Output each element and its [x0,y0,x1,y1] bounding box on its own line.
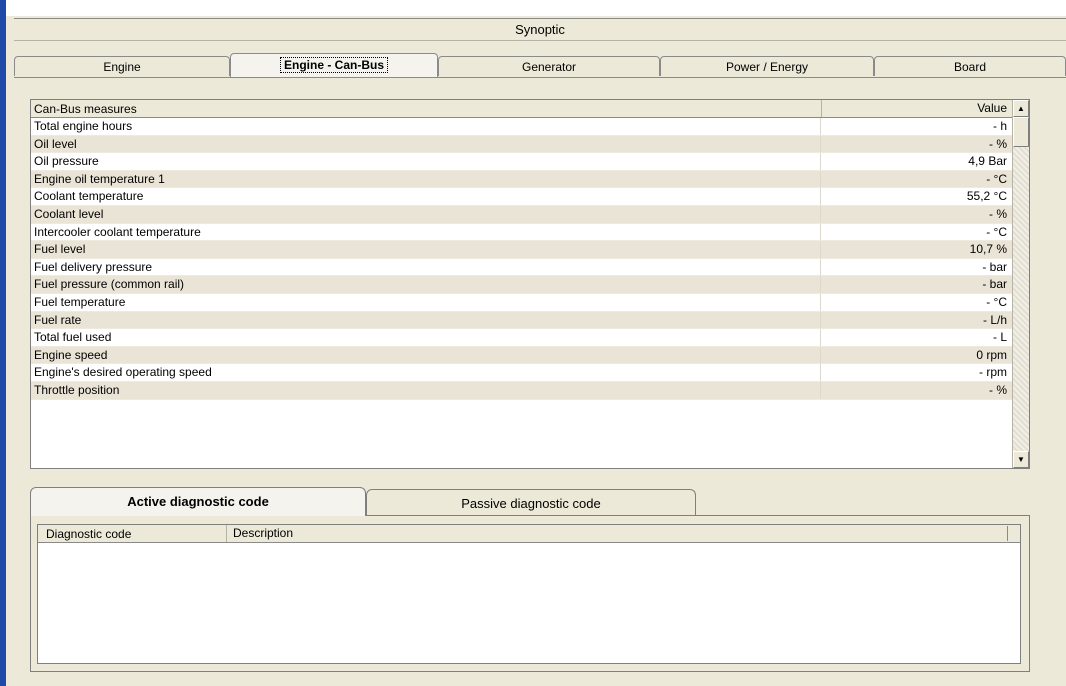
measure-value: - L/h [982,312,1007,327]
column-divider [820,118,821,135]
column-divider [820,170,821,188]
measure-name: Intercooler coolant temperature [34,224,201,239]
column-divider [820,293,821,311]
tab-engine[interactable]: Engine [14,56,230,76]
column-divider [820,276,821,293]
measure-name: Total engine hours [34,119,133,133]
table-row[interactable]: Fuel level 10,7 % [31,241,1013,259]
measure-name: Oil pressure [34,154,99,169]
table-row[interactable]: Engine speed 0 rpm [31,346,1013,365]
diagnostic-tab-bar: Active diagnostic code Passive diagnosti… [30,487,1030,516]
column-divider [820,205,821,223]
table-row[interactable]: Oil pressure 4,9 Bar [31,153,1013,171]
table-row[interactable]: Total engine hours - h [31,118,1013,136]
tab-power-energy[interactable]: Power / Energy [660,56,874,76]
tab-passive-diagnostic-code[interactable]: Passive diagnostic code [366,489,696,516]
measure-value: - % [989,136,1007,151]
column-divider [820,329,821,346]
column-divider [820,258,821,276]
column-divider [820,188,821,205]
diagnostic-panel: Diagnostic code Description [30,515,1030,672]
measure-name: Throttle position [34,382,120,397]
measure-name: Engine speed [34,347,108,362]
column-divider [820,381,821,399]
tab-active-diagnostic-code[interactable]: Active diagnostic code [30,487,366,516]
measure-value: - bar [982,259,1007,274]
column-divider [820,311,821,329]
table-row[interactable]: Fuel rate - L/h [31,311,1013,330]
column-header-description[interactable]: Description [226,525,293,542]
table-row[interactable]: Total fuel used - L [31,329,1013,347]
measure-value: - h [992,119,1007,133]
table-row[interactable]: Throttle position - % [31,381,1013,400]
measure-name: Fuel pressure (common rail) [34,277,185,292]
measure-value: - °C [986,224,1007,239]
column-header-measure[interactable]: Can-Bus measures [34,102,137,116]
table-row[interactable]: Fuel pressure (common rail) - bar [31,276,1013,294]
table-row[interactable]: Fuel delivery pressure - bar [31,258,1013,277]
measure-value: - bar [982,277,1007,292]
measure-rows: Total engine hours - h Oil level - % Oil pre… [31,118,1013,400]
measure-value: 55,2 °C [966,189,1007,204]
measure-value: - °C [986,171,1007,186]
measure-name: Coolant temperature [34,189,144,204]
column-divider [820,241,821,258]
table-row[interactable]: Intercooler coolant temperature - °C [31,223,1013,242]
diagnostic-code-list[interactable]: Diagnostic code Description [37,524,1021,664]
tab-board[interactable]: Board [874,56,1066,76]
measure-name: Fuel delivery pressure [34,259,153,274]
tab-generator[interactable]: Generator [438,56,660,76]
table-header: Can-Bus measures Value [31,100,1013,118]
table-row[interactable]: Oil level - % [31,135,1013,154]
measure-name: Fuel rate [34,312,82,327]
measure-value: - % [989,382,1007,397]
scroll-up-arrow-icon[interactable]: ▲ [1013,100,1029,117]
measure-value: - % [989,206,1007,221]
column-divider [820,153,821,170]
measure-value: - °C [986,294,1007,309]
column-header-value[interactable]: Value [821,100,1011,117]
main-tab-bar: Engine Engine - Can-Bus Generator Power … [14,53,1066,77]
table-row[interactable]: Engine oil temperature 1 - °C [31,170,1013,189]
measure-name: Engine oil temperature 1 [34,171,165,186]
measure-value: - rpm [979,365,1007,380]
vertical-scrollbar[interactable]: ▲ ▼ [1012,100,1029,468]
scroll-thumb[interactable] [1013,117,1029,147]
measure-name: Fuel temperature [34,294,126,309]
tab-engine-can-bus[interactable]: Engine - Can-Bus [230,53,438,77]
measure-value: - L [992,330,1007,345]
measure-value: 10,7 % [969,242,1007,257]
column-header-diagnostic-code[interactable]: Diagnostic code [46,527,131,541]
table-row[interactable]: Coolant level - % [31,205,1013,224]
measure-name: Coolant level [34,206,104,221]
measure-name: Fuel level [34,242,86,257]
column-divider [820,223,821,241]
measure-name: Engine's desired operating speed [34,365,212,380]
table-row[interactable]: Engine's desired operating speed - rpm [31,364,1013,382]
column-divider [820,135,821,153]
column-divider [820,364,821,381]
column-divider [1007,526,1008,541]
measure-value: 0 rpm [976,347,1007,362]
table-row[interactable]: Coolant temperature 55,2 °C [31,188,1013,206]
measure-name: Oil level [34,136,77,151]
scroll-down-arrow-icon[interactable]: ▼ [1013,451,1029,468]
window-title: Synoptic [14,18,1066,41]
column-divider [820,346,821,364]
tab-baseline [14,77,1066,78]
table-row[interactable]: Fuel temperature - °C [31,293,1013,312]
diagnostic-list-header: Diagnostic code Description [38,525,1020,543]
can-bus-measures-table[interactable]: Can-Bus measures Value Total engine hour… [30,99,1030,469]
measure-name: Total fuel used [34,330,112,345]
measure-value: 4,9 Bar [968,154,1007,169]
